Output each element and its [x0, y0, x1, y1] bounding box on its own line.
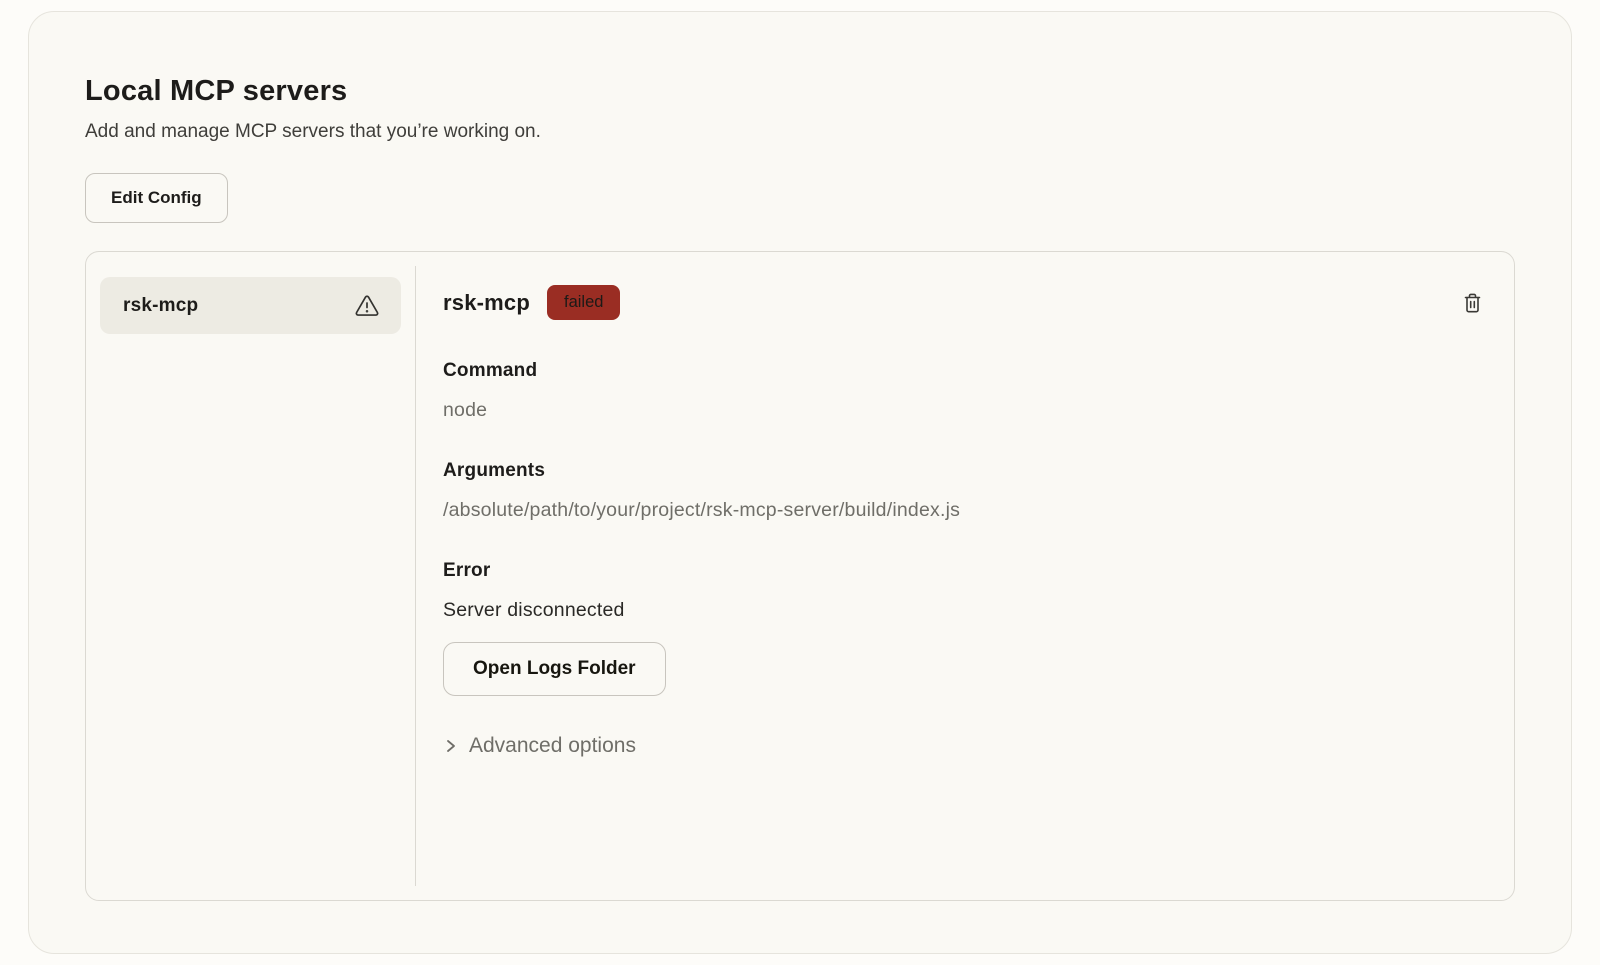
field-error: Error Server disconnected [443, 560, 1486, 622]
warning-icon [355, 295, 379, 317]
page-subtitle: Add and manage MCP servers that you’re w… [85, 119, 1515, 146]
chevron-right-icon [443, 737, 459, 755]
field-error-value: Server disconnected [443, 599, 1486, 622]
edit-config-button[interactable]: Edit Config [85, 173, 228, 223]
field-command-value: node [443, 399, 1486, 422]
field-command: Command node [443, 360, 1486, 422]
delete-server-button[interactable] [1459, 289, 1486, 317]
field-arguments: Arguments /absolute/path/to/your/project… [443, 460, 1486, 522]
advanced-options-label: Advanced options [469, 734, 636, 758]
page-title: Local MCP servers [85, 74, 1515, 109]
field-command-label: Command [443, 360, 1486, 382]
server-list-item-label: rsk-mcp [123, 295, 198, 317]
server-list-item-rsk-mcp[interactable]: rsk-mcp [100, 277, 401, 334]
server-detail: rsk-mcp failed [416, 252, 1514, 900]
server-panel: rsk-mcp rsk-mcp failed [85, 251, 1515, 901]
status-badge: failed [547, 285, 620, 320]
advanced-options-toggle[interactable]: Advanced options [443, 734, 636, 758]
trash-icon [1461, 291, 1484, 315]
server-detail-title: rsk-mcp [443, 290, 530, 316]
field-error-label: Error [443, 560, 1486, 582]
field-arguments-value: /absolute/path/to/your/project/rsk-mcp-s… [443, 499, 1486, 522]
field-arguments-label: Arguments [443, 460, 1486, 482]
open-logs-folder-button[interactable]: Open Logs Folder [443, 642, 666, 696]
server-detail-header: rsk-mcp failed [443, 285, 1486, 320]
server-list: rsk-mcp [86, 252, 415, 900]
settings-card: Local MCP servers Add and manage MCP ser… [28, 11, 1572, 954]
local-mcp-servers-section: Local MCP servers Add and manage MCP ser… [29, 12, 1571, 953]
